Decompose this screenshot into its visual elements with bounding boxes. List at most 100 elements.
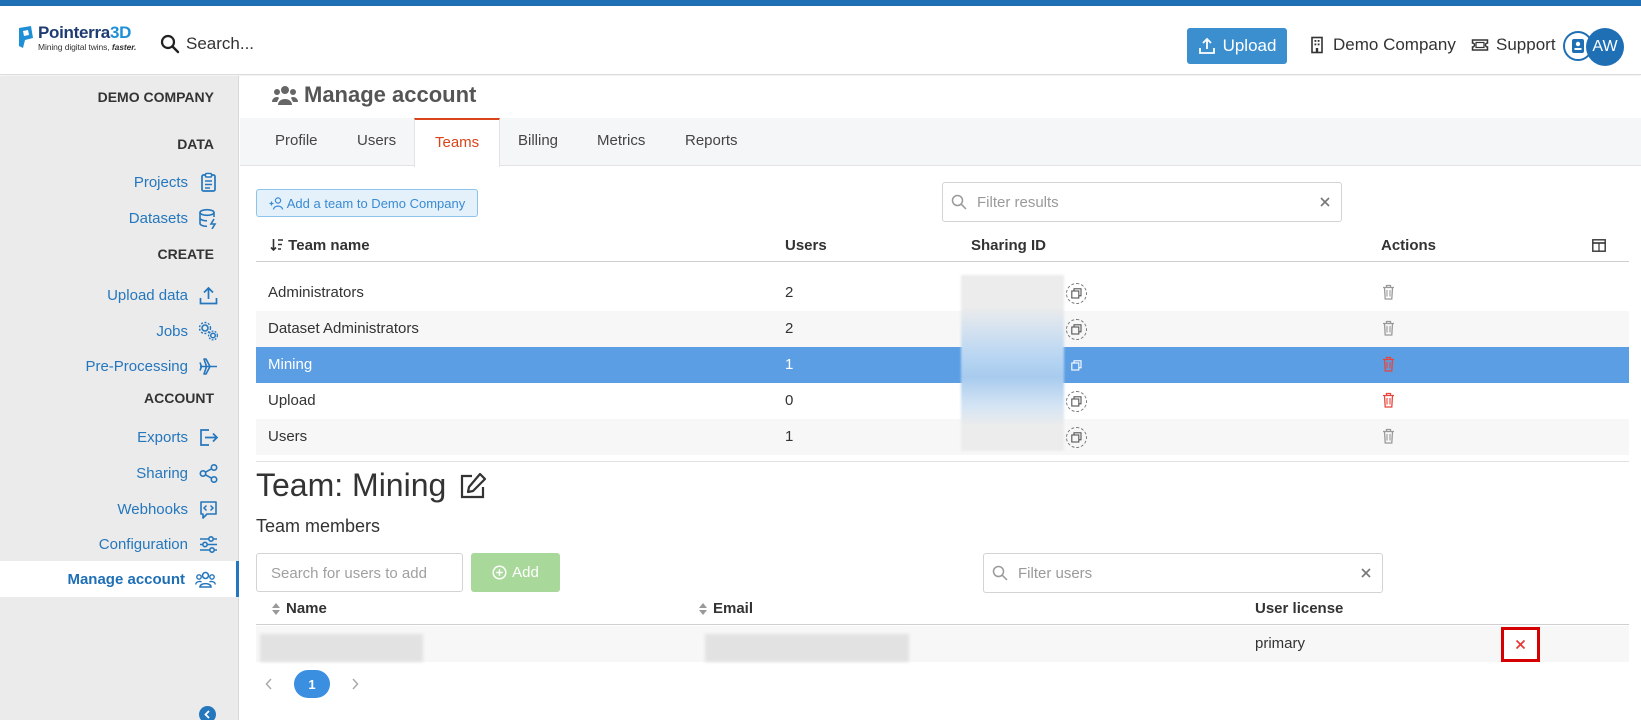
upload-icon — [1198, 37, 1215, 54]
copy-icon[interactable] — [1066, 283, 1087, 304]
trash-icon[interactable] — [1382, 284, 1395, 300]
sidebar-item-datasets[interactable]: Datasets — [0, 200, 239, 236]
chevron-right-icon[interactable] — [350, 678, 360, 690]
member-email-redacted — [705, 634, 909, 662]
tab-profile[interactable]: Profile — [275, 132, 318, 149]
sidebar-item-webhooks[interactable]: Webhooks — [0, 491, 239, 527]
search-icon — [951, 194, 967, 210]
col-user-license: User license — [1255, 600, 1344, 617]
top-bar: Pointerra3D Mining digital twins, faster… — [0, 6, 1641, 75]
chevron-left-icon[interactable] — [264, 678, 274, 690]
team-users-cell: 0 — [785, 392, 794, 409]
table-row-selected[interactable]: Mining 1 — [256, 347, 1629, 383]
upload-button[interactable]: Upload — [1187, 28, 1287, 64]
sidebar-item-label: Pre-Processing — [85, 357, 188, 375]
sidebar-item-label: Sharing — [136, 464, 188, 482]
members-filter-placeholder: Filter users — [1018, 564, 1093, 582]
copy-icon[interactable] — [1066, 319, 1087, 340]
tab-reports[interactable]: Reports — [685, 132, 738, 149]
sort-icon[interactable] — [272, 603, 280, 615]
sidebar-item-manage-account[interactable]: Manage account — [0, 561, 239, 597]
support-link[interactable]: Support — [1471, 35, 1556, 55]
sort-icon — [270, 239, 283, 252]
tab-teams[interactable]: Teams — [414, 118, 501, 167]
sidebar-item-upload-data[interactable]: Upload data — [0, 277, 239, 313]
user-menu[interactable]: AW — [1563, 28, 1627, 66]
add-team-button[interactable]: Add a team to Demo Company — [256, 189, 478, 217]
team-name-cell: Users — [268, 428, 308, 445]
edit-icon[interactable] — [458, 471, 488, 501]
logo-name: Pointerra — [38, 23, 110, 42]
trash-icon[interactable] — [1382, 320, 1395, 336]
search-placeholder: Search... — [186, 34, 255, 53]
company-label: Demo Company — [1333, 35, 1456, 54]
sidebar-collapse-button[interactable] — [199, 706, 216, 720]
member-search-input[interactable]: Search for users to add — [256, 553, 463, 592]
member-name-redacted — [260, 634, 423, 662]
table-row[interactable]: Dataset Administrators 2 — [256, 311, 1629, 347]
gears-icon — [198, 321, 219, 341]
trash-icon[interactable] — [1382, 356, 1395, 372]
col-email: Email — [713, 600, 754, 617]
clear-icon[interactable] — [1360, 567, 1372, 579]
trash-icon[interactable] — [1382, 392, 1395, 408]
sort-col-team-name[interactable]: Team name — [270, 237, 370, 254]
sliders-icon — [200, 535, 217, 553]
sort-icon[interactable] — [699, 603, 707, 615]
sidebar-item-label: Exports — [137, 428, 188, 446]
columns-toggle-icon[interactable] — [1592, 239, 1606, 252]
copy-icon[interactable] — [1066, 355, 1087, 376]
logo-tagline: Mining digital twins, — [38, 42, 110, 52]
sidebar-item-exports[interactable]: Exports — [0, 419, 239, 455]
sidebar: DEMO COMPANY DATA Projects Datasets CREA… — [0, 76, 239, 720]
remove-member-button[interactable] — [1501, 627, 1540, 662]
members-filter-input[interactable]: Filter users — [983, 553, 1383, 593]
sidebar-item-jobs[interactable]: Jobs — [0, 313, 239, 349]
sidebar-item-label: Datasets — [128, 209, 188, 227]
user-plus-icon — [269, 196, 283, 210]
global-search[interactable]: Search... — [160, 34, 254, 54]
company-switcher[interactable]: Demo Company — [1308, 35, 1456, 55]
copy-icon[interactable] — [1066, 427, 1087, 448]
trash-icon[interactable] — [1382, 428, 1395, 444]
table-row[interactable]: Administrators 2 — [256, 275, 1629, 311]
team-title-text: Team: Mining — [256, 467, 447, 503]
search-icon — [160, 34, 180, 54]
sidebar-item-pre-processing[interactable]: Pre-Processing — [0, 348, 239, 384]
tab-users[interactable]: Users — [357, 132, 396, 149]
building-icon — [1311, 36, 1323, 54]
avatar[interactable]: AW — [1586, 28, 1624, 66]
page-title-text: Manage account — [304, 82, 477, 107]
brand-logo[interactable]: Pointerra3D Mining digital twins, faster… — [17, 24, 136, 60]
tab-metrics[interactable]: Metrics — [597, 132, 645, 149]
sidebar-section-account: ACCOUNT — [144, 390, 214, 406]
sidebar-item-sharing[interactable]: Sharing — [0, 455, 239, 491]
webhook-icon — [200, 500, 217, 519]
plus-circle-icon — [492, 565, 507, 580]
sidebar-company: DEMO COMPANY — [97, 89, 214, 105]
add-member-button[interactable]: Add — [471, 553, 560, 592]
page-number-button[interactable]: 1 — [294, 670, 330, 698]
table-row[interactable]: Users 1 — [256, 419, 1629, 455]
share-icon — [199, 463, 218, 483]
logo-tagline-bold: faster. — [111, 42, 137, 52]
col-sharing-id: Sharing ID — [971, 237, 1047, 254]
users-icon — [272, 86, 298, 105]
table-row[interactable]: Upload 0 — [256, 383, 1629, 419]
ticket-icon — [1471, 39, 1489, 51]
copy-icon[interactable] — [1066, 391, 1087, 412]
team-name-cell: Dataset Administrators — [268, 320, 419, 337]
sidebar-section-data: DATA — [177, 136, 214, 152]
sidebar-item-configuration[interactable]: Configuration — [0, 526, 239, 562]
logo-mark-icon — [19, 26, 33, 48]
sidebar-item-label: Jobs — [156, 322, 188, 340]
col-users: Users — [785, 237, 827, 254]
sidebar-item-projects[interactable]: Projects — [0, 164, 239, 200]
team-name-cell: Upload — [268, 392, 316, 409]
tab-billing[interactable]: Billing — [518, 132, 558, 149]
sharing-id-redacted — [961, 275, 1064, 451]
database-icon — [199, 208, 217, 229]
teams-filter-input[interactable]: Filter results — [942, 182, 1342, 222]
clear-icon[interactable] — [1319, 196, 1331, 208]
main-content: Manage account Profile Users Teams Billi… — [240, 76, 1641, 720]
